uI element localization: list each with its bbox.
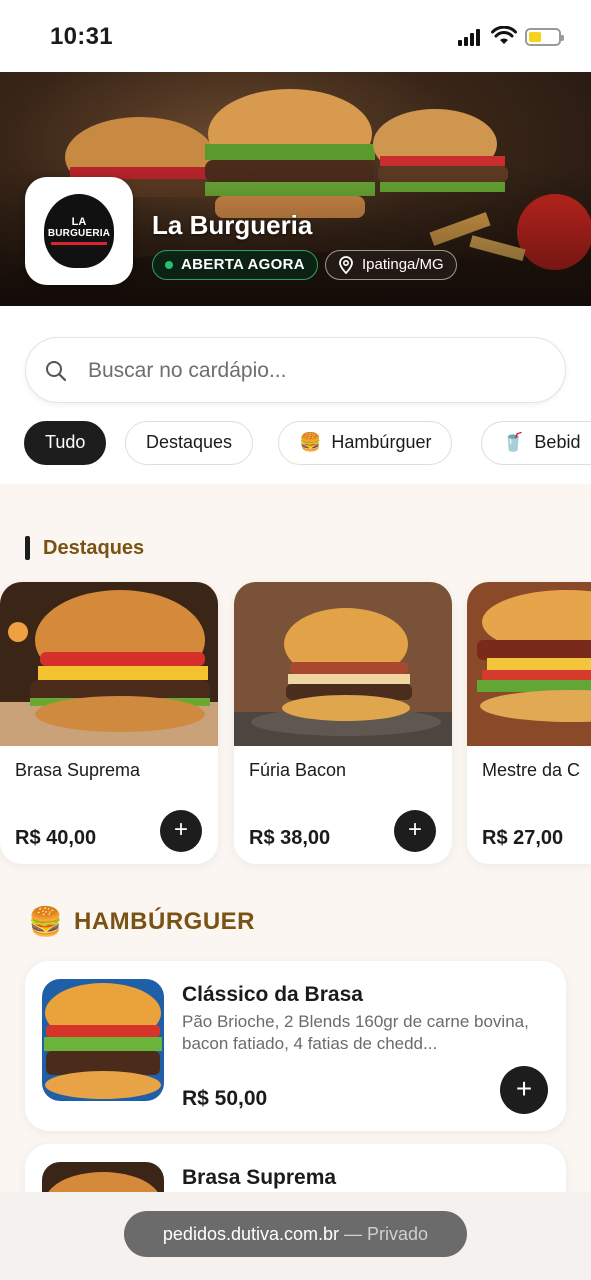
- search-icon: [46, 361, 67, 382]
- category-title: HAMBÚRGUER: [74, 908, 255, 935]
- location-label: Ipatinga/MG: [362, 256, 444, 273]
- search-section: Tudo Destaques 🍔 Hambúrguer 🥤 Bebid: [0, 306, 591, 484]
- add-button[interactable]: +: [500, 1066, 548, 1114]
- status-bar: 10:31: [0, 0, 591, 72]
- highlights-title: Destaques: [43, 537, 145, 559]
- product-image: [42, 979, 164, 1101]
- store-logo: LA BURGUERIA: [25, 177, 133, 285]
- featured-card[interactable]: Brasa Suprema R$ 40,00 +: [0, 582, 218, 864]
- cellular-signal-icon: [458, 28, 484, 46]
- product-name: Brasa Suprema: [15, 760, 141, 780]
- product-image: [0, 582, 218, 746]
- product-image: [234, 582, 452, 746]
- product-name: Clássico da Brasa: [182, 983, 363, 1006]
- burger-icon: 🍔: [28, 906, 63, 937]
- product-image: [467, 582, 591, 746]
- add-button[interactable]: +: [160, 810, 202, 852]
- chip-tudo[interactable]: Tudo: [24, 421, 107, 465]
- menu-item-card[interactable]: Clássico da Brasa Pão Brioche, 2 Blends …: [25, 961, 566, 1131]
- open-status-badge: ABERTA AGORA: [152, 250, 318, 280]
- product-name: Mestre da C: [482, 760, 581, 780]
- product-price: R$ 50,00: [182, 1087, 268, 1110]
- store-name: La Burgueria: [152, 210, 313, 240]
- search-bar[interactable]: [25, 337, 566, 403]
- add-button[interactable]: +: [394, 810, 436, 852]
- private-mode-label: — Privado: [344, 1224, 429, 1244]
- chip-label: Tudo: [45, 432, 86, 452]
- chip-bebidas[interactable]: 🥤 Bebid: [481, 421, 591, 465]
- product-name: Fúria Bacon: [249, 760, 347, 780]
- product-price: R$ 27,00: [482, 827, 564, 849]
- wifi-icon: [491, 26, 517, 44]
- browser-bottom-bar: pedidos.dutiva.com.br — Privado: [0, 1192, 591, 1280]
- chip-label: Hambúrguer: [331, 432, 432, 452]
- search-input[interactable]: [88, 354, 548, 388]
- burger-icon: 🍔: [299, 432, 322, 452]
- product-name: Brasa Suprema: [182, 1166, 337, 1189]
- address-bar[interactable]: pedidos.dutiva.com.br — Privado: [124, 1211, 467, 1257]
- location-pin-icon: [339, 256, 353, 274]
- chip-hamburguer[interactable]: 🍔 Hambúrguer: [278, 421, 453, 465]
- chip-destaques[interactable]: Destaques: [125, 421, 254, 465]
- product-price: R$ 40,00: [15, 827, 97, 849]
- product-description: Pão Brioche, 2 Blends 160gr de carne bov…: [182, 1012, 529, 1053]
- drink-icon: 🥤: [502, 432, 525, 452]
- logo-text-top: LA: [71, 216, 87, 228]
- featured-card[interactable]: Fúria Bacon R$ 38,00 +: [234, 582, 452, 864]
- url-text: pedidos.dutiva.com.br: [162, 1224, 340, 1244]
- store-banner: LA BURGUERIA La Burgueria ABERTA AGORA I…: [0, 72, 591, 306]
- featured-card[interactable]: Mestre da C R$ 27,00: [467, 582, 591, 864]
- logo-text-bottom: BURGUERIA: [47, 228, 111, 239]
- chip-label: Destaques: [146, 432, 233, 452]
- battery-icon: [525, 28, 564, 46]
- status-time: 10:31: [50, 23, 113, 50]
- open-dot-icon: [165, 261, 173, 269]
- product-price: R$ 38,00: [249, 827, 331, 849]
- open-status-label: ABERTA AGORA: [181, 256, 305, 273]
- chip-label: Bebid: [534, 432, 581, 452]
- location-badge: Ipatinga/MG: [325, 250, 457, 280]
